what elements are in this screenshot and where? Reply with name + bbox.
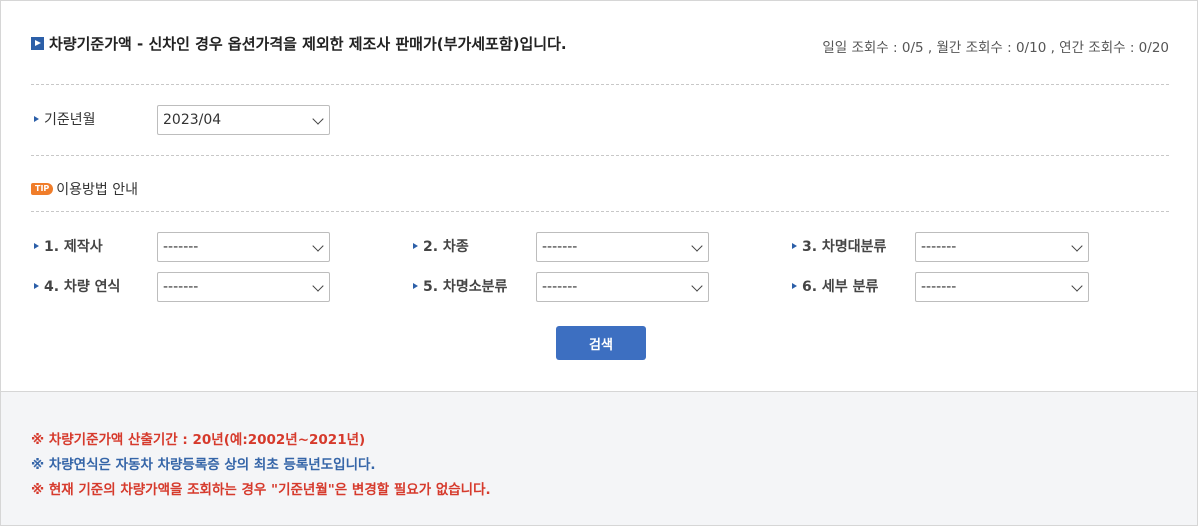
chevron-down-icon [312,113,324,125]
bullet-arrow-icon [413,243,418,249]
query-count-text: 일일 조회수 : 0/5 , 월간 조회수 : 0/10 , 연간 조회수 : … [822,40,1169,56]
chevron-down-icon [691,240,703,252]
chevron-down-icon [312,240,324,252]
bullet-arrow-icon [34,116,39,122]
model-year-label: 4. 차량 연식 [34,276,120,296]
bullet-arrow-icon [413,283,418,289]
model-major-select[interactable]: ------- [915,232,1089,262]
note-model-year: ※ 차량연식은 자동차 차량등록증 상의 최초 등록년도입니다. [31,457,376,473]
notes-panel: ※ 차량기준가액 산출기간 : 20년(예:2002년~2021년) ※ 차량연… [1,391,1197,525]
chevron-down-icon [312,280,324,292]
chevron-down-icon [1071,280,1083,292]
chevron-down-icon [1071,240,1083,252]
bullet-arrow-icon [34,283,39,289]
vehicle-type-label: 2. 차종 [413,236,469,256]
usage-guide-label: 이용방법 안내 [56,182,139,198]
usage-guide-link[interactable]: TIP 이용방법 안내 [31,179,138,199]
vehicle-value-panel: 차량기준가액 - 신차인 경우 옵션가격을 제외한 제조사 판매가(부가세포함)… [0,0,1198,526]
model-minor-label: 5. 차명소분류 [413,276,507,296]
tip-badge: TIP [31,183,54,195]
divider [31,155,1169,156]
vehicle-type-select[interactable]: ------- [536,232,709,262]
play-square-icon [31,37,44,50]
bullet-arrow-icon [34,243,39,249]
model-major-label: 3. 차명대분류 [792,236,886,256]
manufacturer-label: 1. 제작사 [34,236,103,256]
base-month-select[interactable]: 2023/04 [157,105,330,135]
page-title-text: 차량기준가액 - 신차인 경우 옵션가격을 제외한 제조사 판매가(부가세포함)… [49,35,567,53]
detail-category-select[interactable]: ------- [915,272,1089,302]
page-title: 차량기준가액 - 신차인 경우 옵션가격을 제외한 제조사 판매가(부가세포함)… [31,33,567,54]
bullet-arrow-icon [792,283,797,289]
note-base-month: ※ 현재 기준의 차량가액을 조회하는 경우 "기준년월"은 변경할 필요가 없… [31,482,491,498]
base-month-label: 기준년월 [34,109,96,129]
model-minor-select[interactable]: ------- [536,272,709,302]
model-year-select[interactable]: ------- [157,272,330,302]
search-button[interactable]: 검색 [556,326,646,360]
manufacturer-select[interactable]: ------- [157,232,330,262]
chevron-down-icon [691,280,703,292]
panel-header: 차량기준가액 - 신차인 경우 옵션가격을 제외한 제조사 판매가(부가세포함)… [31,33,1169,56]
bullet-arrow-icon [792,243,797,249]
note-period: ※ 차량기준가액 산출기간 : 20년(예:2002년~2021년) [31,432,366,448]
divider [31,211,1169,212]
detail-category-label: 6. 세부 분류 [792,276,878,296]
divider [31,84,1169,85]
